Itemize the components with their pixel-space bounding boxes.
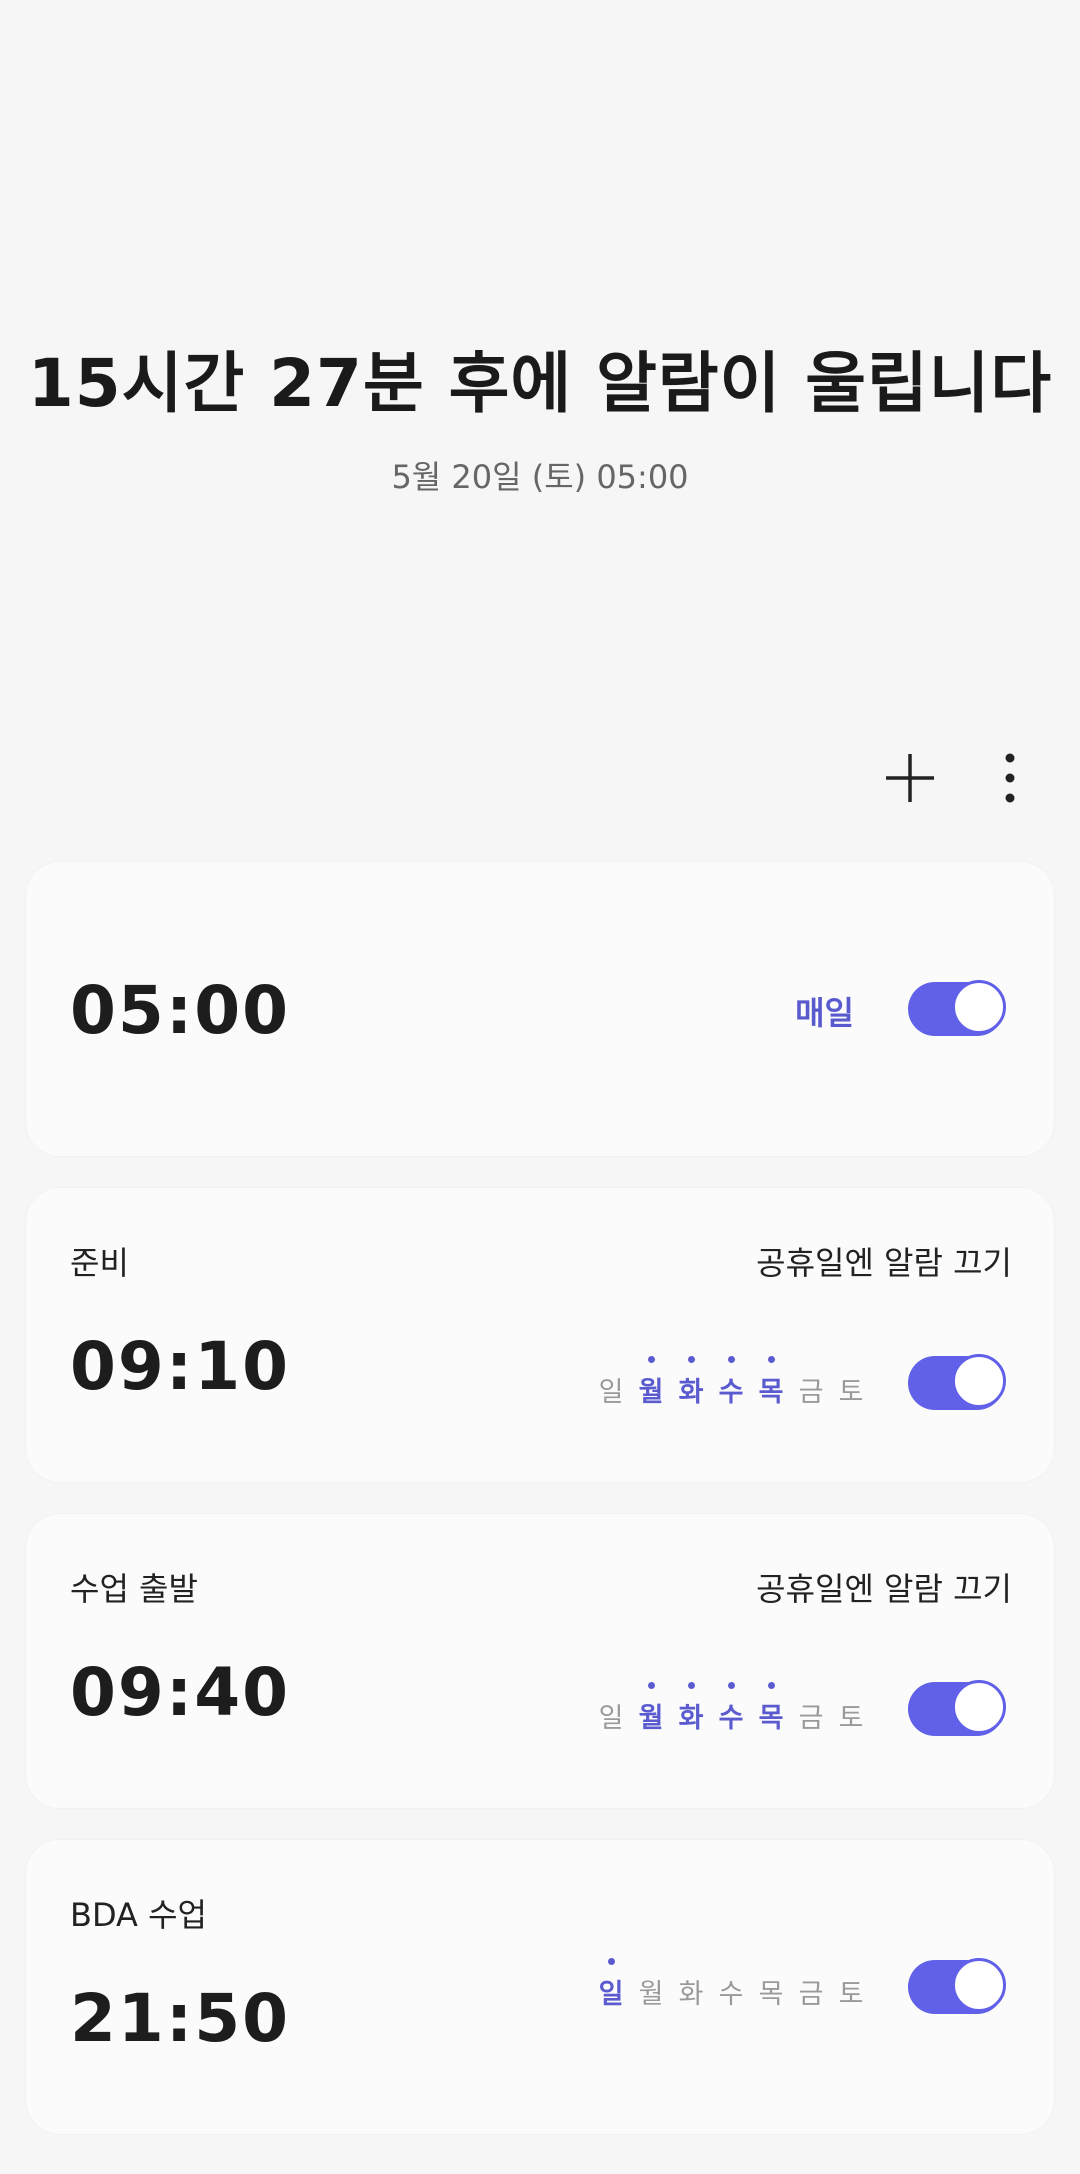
- alarm-card[interactable]: BDA 수업 21:50 일 월 화 수 목 금 토: [26, 1840, 1054, 2134]
- alarm-card[interactable]: 준비 공휴일엔 알람 끄기 09:10 일 월 화 수 목 금 토: [26, 1188, 1054, 1482]
- alarm-toggle[interactable]: [908, 980, 1006, 1036]
- next-alarm-datetime: 5월 20일 (토) 05:00: [391, 458, 689, 496]
- day-fri: 금: [798, 1377, 824, 1408]
- alarm-time: 09:10: [70, 1328, 291, 1405]
- day-wed: 수: [718, 1682, 744, 1735]
- day-fri: 금: [798, 1979, 824, 2010]
- more-vertical-icon[interactable]: [980, 748, 1040, 808]
- day-fri: 금: [798, 1703, 824, 1734]
- day-thu: 목: [758, 1979, 784, 2010]
- day-sun: 일: [598, 1958, 624, 2011]
- day-thu: 목: [758, 1356, 784, 1409]
- day-wed: 수: [718, 1979, 744, 2010]
- day-tue: 화: [678, 1356, 704, 1409]
- holiday-off-text: 공휴일엔 알람 끄기: [756, 1244, 1012, 1282]
- day-wed: 수: [718, 1356, 744, 1409]
- day-thu: 목: [758, 1682, 784, 1735]
- toolbar: [880, 748, 1040, 808]
- weekday-selector: 일 월 화 수 목 금 토: [598, 1682, 864, 1735]
- alarm-time: 09:40: [70, 1654, 291, 1731]
- alarm-label: 수업 출발: [70, 1570, 198, 1608]
- toggle-knob: [952, 980, 1006, 1034]
- next-alarm-headline: 15시간 27분 후에 알람이 울립니다: [27, 345, 1053, 422]
- day-sat: 토: [838, 1703, 864, 1734]
- day-mon: 월: [638, 1979, 664, 2010]
- alarm-card[interactable]: 수업 출발 공휴일엔 알람 끄기 09:40 일 월 화 수 목 금 토: [26, 1514, 1054, 1808]
- header: 15시간 27분 후에 알람이 울립니다 5월 20일 (토) 05:00: [0, 330, 1080, 498]
- alarm-card[interactable]: 05:00 매일: [26, 862, 1054, 1156]
- alarm-label: BDA 수업: [70, 1896, 207, 1934]
- alarm-time: 21:50: [70, 1980, 291, 2057]
- alarm-toggle[interactable]: [908, 1354, 1006, 1410]
- plus-icon[interactable]: [880, 748, 940, 808]
- day-sun: 일: [598, 1377, 624, 1408]
- day-mon: 월: [638, 1682, 664, 1735]
- toggle-knob: [952, 1354, 1006, 1408]
- day-tue: 화: [678, 1682, 704, 1735]
- day-sun: 일: [598, 1703, 624, 1734]
- alarm-repeat-everyday: 매일: [795, 994, 854, 1032]
- toggle-knob: [952, 1958, 1006, 2012]
- alarm-time: 05:00: [70, 972, 291, 1049]
- toggle-knob: [952, 1680, 1006, 1734]
- weekday-selector: 일 월 화 수 목 금 토: [598, 1356, 864, 1409]
- alarm-toggle[interactable]: [908, 1958, 1006, 2014]
- holiday-off-text: 공휴일엔 알람 끄기: [756, 1570, 1012, 1608]
- day-sat: 토: [838, 1377, 864, 1408]
- day-mon: 월: [638, 1356, 664, 1409]
- alarm-label: 준비: [70, 1244, 129, 1282]
- day-tue: 화: [678, 1979, 704, 2010]
- weekday-selector: 일 월 화 수 목 금 토: [598, 1958, 864, 2011]
- day-sat: 토: [838, 1979, 864, 2010]
- alarm-toggle[interactable]: [908, 1680, 1006, 1736]
